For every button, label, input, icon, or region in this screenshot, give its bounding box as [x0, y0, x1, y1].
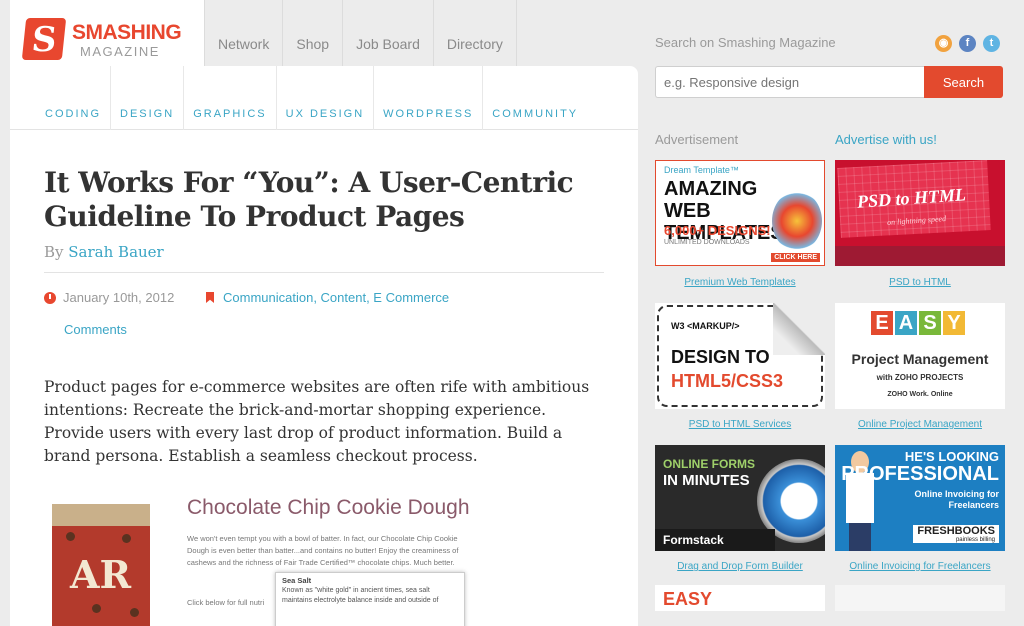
ad-letter: Y [943, 311, 965, 335]
ad-form-builder[interactable]: ONLINE FORMS IN MINUTES Formstack [655, 445, 825, 551]
article-intro: Product pages for e-commerce websites ar… [44, 378, 590, 465]
ad-psd-to-html-services[interactable]: W3 <MARKUP/> DESIGN TO HTML5/CSS3 [655, 303, 825, 409]
illustration-legs [849, 523, 871, 551]
package-dot [130, 608, 139, 617]
product-title: Chocolate Chip Cookie Dough [187, 496, 470, 519]
ad-caption[interactable]: PSD to HTML Services [655, 419, 825, 430]
ad-letter: S [919, 311, 941, 335]
nav-directory[interactable]: Directory [434, 0, 517, 66]
ad-project-management[interactable]: E A S Y Project Management with ZOHO PRO… [835, 303, 1005, 409]
product-image: AR Chocolate Chip Cookie Dough We won't … [44, 490, 480, 626]
clock-icon [44, 291, 56, 304]
nav-shop[interactable]: Shop [283, 0, 344, 66]
advertisement-label: Advertisement [655, 132, 739, 147]
category-nav: CODING DESIGN GRAPHICS UX DESIGN WORDPRE… [10, 66, 638, 130]
ad-caption[interactable]: Online Invoicing for Freelancers [835, 561, 1005, 572]
package-label: AR [70, 552, 132, 597]
package-dot [122, 534, 131, 543]
tooltip-title: Sea Salt [282, 576, 312, 585]
site-logo[interactable]: S SMASHING MAGAZINE [10, 0, 204, 66]
divider [44, 272, 604, 273]
twitter-icon[interactable]: t [983, 35, 1000, 52]
bookmark-icon [206, 292, 214, 303]
ad-brand-tagline: painless billing [955, 537, 995, 543]
post-tags: Communication, Content, E Commerce [206, 290, 449, 305]
nav-network[interactable]: Network [204, 0, 284, 66]
post-date-text: January 10th, 2012 [63, 290, 175, 305]
ad-detail: Online Invoicing for Freelancers [914, 489, 999, 510]
ad-subheadline: HTML5/CSS3 [671, 371, 784, 391]
post-date: January 10th, 2012 [44, 290, 174, 305]
ad-caption[interactable]: PSD to HTML [835, 277, 1005, 288]
page-curl-icon [773, 303, 825, 355]
article-title: It Works For “You”: A User-Centric Guide… [44, 166, 574, 233]
ingredient-tooltip: Sea Salt Known as "white gold" in ancien… [275, 572, 465, 626]
category-design[interactable]: DESIGN [111, 66, 185, 130]
ad-partial[interactable] [835, 585, 1005, 611]
post-tags-links[interactable]: Communication, Content, E Commerce [223, 290, 449, 305]
ad-stripe [835, 246, 1005, 266]
search-input[interactable] [655, 66, 924, 98]
ad-psd-to-html[interactable]: PSD to HTML on lightning speed [835, 160, 1005, 266]
rss-icon[interactable]: ◉ [935, 35, 952, 52]
ad-letter: E [871, 311, 893, 335]
ad-premium-web-templates[interactable]: Dream Template™ AMAZING WEB TEMPLATES 6,… [655, 160, 825, 266]
ad-cta: CLICK HERE [771, 253, 820, 262]
ad-caption[interactable]: Drag and Drop Form Builder [655, 561, 825, 572]
top-navigation: Network Shop Job Board Directory [204, 0, 517, 66]
ad-headline: ONLINE FORMS [663, 457, 755, 471]
tooltip-text: Known as "white gold" in ancient times, … [282, 587, 439, 604]
category-coding[interactable]: CODING [36, 66, 111, 130]
product-package: AR [52, 504, 150, 626]
facebook-icon[interactable]: f [959, 35, 976, 52]
ad-subheadline: IN MINUTES [663, 472, 750, 489]
ad-headline: DESIGN TO [671, 347, 770, 367]
social-links: ◉ f t [935, 35, 1000, 52]
category-community[interactable]: COMMUNITY [483, 66, 587, 130]
ad-subheadline: PROFESSIONAL [841, 463, 999, 485]
byline: By Sarah Bauer [44, 243, 164, 261]
comments-link[interactable]: Comments [64, 322, 127, 337]
ad-headline: HE'S LOOKING [904, 449, 999, 464]
ad-easy-partial[interactable]: EASY [655, 585, 825, 611]
search-button[interactable]: Search [924, 66, 1003, 98]
ad-headline: EASY [663, 589, 713, 609]
ad-caption[interactable]: Online Project Management [835, 419, 1005, 430]
package-dot [92, 604, 101, 613]
product-note: Click below for full nutri [187, 598, 265, 607]
logo-subtitle: MAGAZINE [80, 44, 160, 59]
ad-brand-name: FRESHBOOKS [917, 525, 995, 537]
byline-prefix: By [44, 243, 64, 261]
article-card: CODING DESIGN GRAPHICS UX DESIGN WORDPRE… [10, 66, 638, 626]
ad-headline: Project Management [851, 351, 989, 367]
ad-online-invoicing[interactable]: HE'S LOOKING PROFESSIONAL Online Invoici… [835, 445, 1005, 551]
nav-job-board[interactable]: Job Board [343, 0, 434, 66]
logo-wordmark: SMASHING [72, 21, 182, 44]
ad-brand: W3 <MARKUP/> [671, 321, 740, 331]
ad-letter: A [895, 311, 917, 335]
ad-decoration [772, 191, 822, 251]
ad-subheadline: with ZOHO PROJECTS [876, 373, 964, 382]
ad-caption[interactable]: Premium Web Templates [655, 277, 825, 288]
ad-brand: Dream Template™ [664, 165, 739, 175]
logo-mark-icon: S [21, 18, 67, 60]
search-label: Search on Smashing Magazine [655, 35, 836, 50]
author-link[interactable]: Sarah Bauer [68, 243, 163, 261]
ad-letters: E A S Y [871, 311, 965, 335]
category-wordpress[interactable]: WORDPRESS [374, 66, 484, 130]
category-graphics[interactable]: GRAPHICS [184, 66, 277, 130]
ad-subheadline: 6,000+ DESIGNS! [664, 223, 771, 238]
ad-brand: FRESHBOOKS painless billing [913, 525, 999, 543]
ad-detail: ZOHO Work. Online [887, 391, 953, 398]
ad-brand: Formstack [663, 533, 724, 547]
product-description: We won't even tempt you with a bowl of b… [187, 534, 459, 567]
ad-detail: UNLIMITED DOWNLOADS [664, 239, 750, 246]
category-ux-design[interactable]: UX DESIGN [277, 66, 375, 130]
package-dot [66, 532, 75, 541]
advertise-link[interactable]: Advertise with us! [835, 132, 937, 147]
